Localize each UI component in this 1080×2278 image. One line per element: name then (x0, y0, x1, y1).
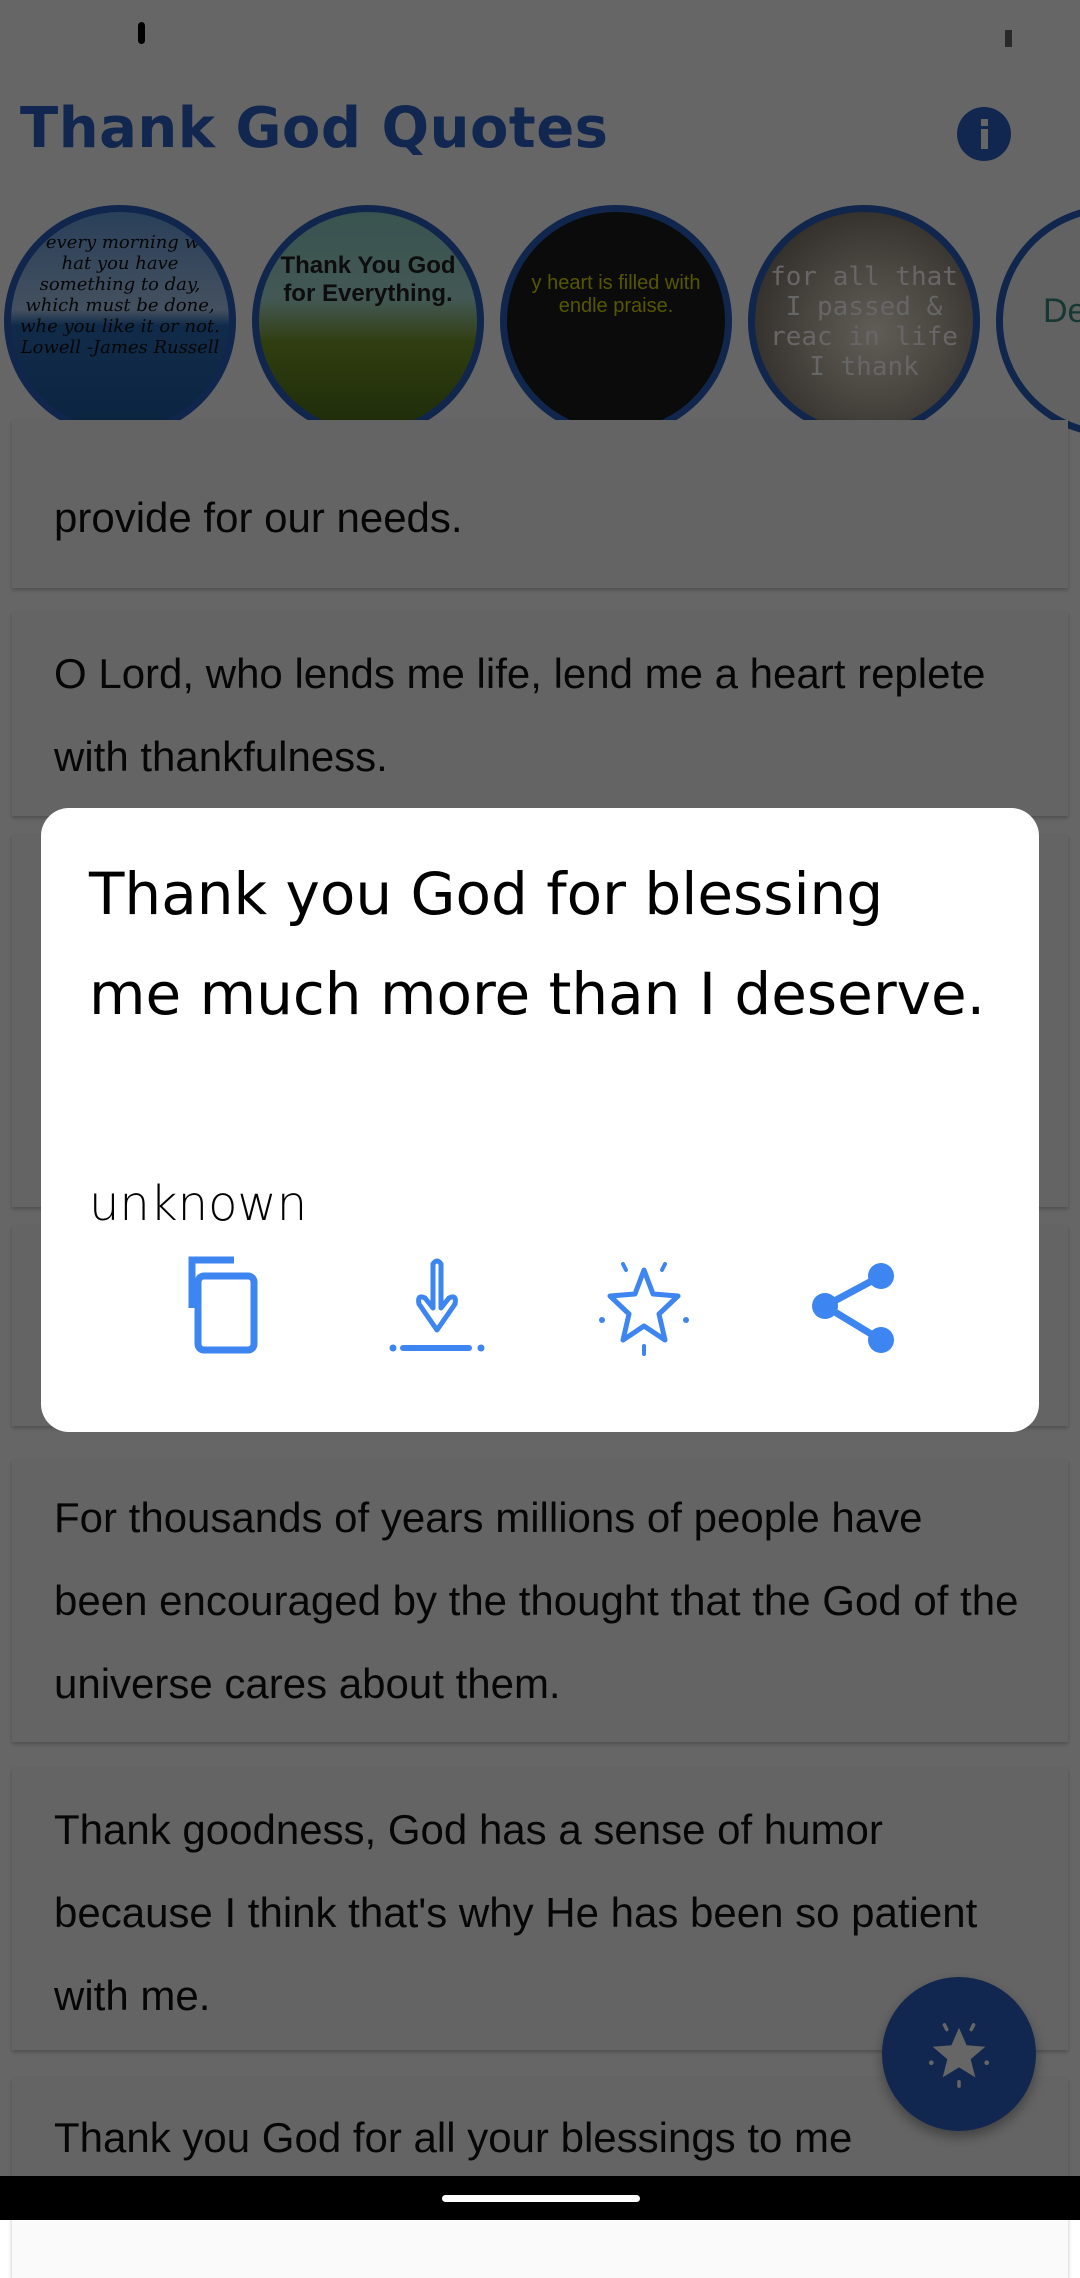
quote-dialog: Thank you God for blessing me much more … (41, 808, 1039, 1432)
download-icon (389, 1258, 485, 1352)
dialog-quote-text: Thank you God for blessing me much more … (89, 860, 986, 1028)
copy-icon (188, 1256, 258, 1354)
dialog-author: unknown (89, 1176, 308, 1232)
download-button[interactable] (387, 1256, 487, 1356)
favorite-button[interactable] (594, 1256, 694, 1356)
share-icon (812, 1263, 894, 1353)
copy-button[interactable] (178, 1256, 278, 1356)
dialog-actions (41, 1256, 1039, 1356)
share-button[interactable] (801, 1256, 901, 1356)
navigation-bar (0, 2176, 1080, 2220)
star-icon (599, 1262, 689, 1356)
home-handle[interactable] (442, 2195, 640, 2202)
